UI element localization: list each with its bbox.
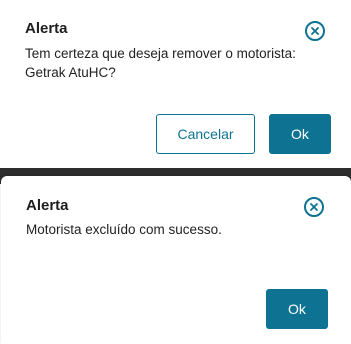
success-alert-dialog: Alerta Motorista excluído com sucesso. O…: [1, 176, 351, 344]
message-line-2: Getrak AtuHC?: [25, 65, 116, 80]
ok-button[interactable]: Ok: [269, 114, 331, 154]
close-icon[interactable]: [304, 197, 324, 217]
confirm-remove-driver-dialog: Alerta Tem certeza que deseja remover o …: [0, 0, 351, 168]
dialog-title: Alerta: [26, 197, 69, 214]
dialog-message: Motorista excluído com sucesso.: [26, 222, 222, 237]
message-line-1: Tem certeza que deseja remover o motoris…: [25, 46, 296, 61]
dialog-title: Alerta: [25, 20, 68, 37]
dialog-message: Tem certeza que deseja remover o motoris…: [25, 44, 325, 82]
close-icon[interactable]: [305, 21, 325, 41]
ok-button[interactable]: Ok: [266, 289, 328, 329]
cancel-button[interactable]: Cancelar: [156, 114, 255, 154]
